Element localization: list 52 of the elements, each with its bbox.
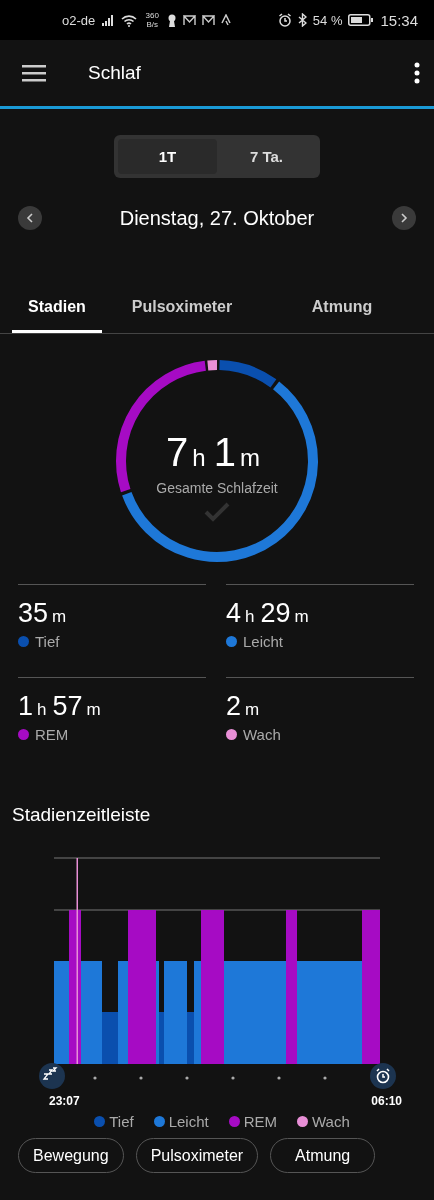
stage-duration: 2 m [226, 690, 261, 723]
signal-icon [101, 14, 116, 26]
sleep-start-icon [39, 1063, 65, 1089]
section-title: Stadienzeitleiste [12, 804, 152, 826]
keyhole-icon [167, 13, 178, 27]
screen-title: Schlaf [88, 62, 142, 84]
stage-label: Tief [35, 633, 60, 650]
next-day-button[interactable] [392, 206, 416, 230]
stage-duration: 35 m [18, 597, 68, 630]
battery-percent: 54 % [312, 12, 343, 28]
mail-icon [202, 14, 216, 26]
axis-dot [231, 1076, 235, 1080]
legend-label: REM [243, 1113, 277, 1130]
tab[interactable]: Stadien [12, 288, 102, 333]
stage-label: Wach [243, 726, 281, 743]
legend-label: Tief [109, 1113, 134, 1130]
menu-icon[interactable] [22, 64, 46, 82]
network-speed: 360 B/s [144, 11, 160, 29]
clock-time: 15:34 [380, 11, 418, 29]
axis-dot [277, 1076, 281, 1080]
previous-day-button[interactable] [18, 206, 42, 230]
tab[interactable]: Pulsoximeter [102, 288, 262, 333]
axis-dot [323, 1076, 327, 1080]
legend-label: Wach [312, 1113, 350, 1130]
axis-dot [93, 1076, 97, 1080]
more-options-icon[interactable] [414, 62, 420, 84]
wifi-icon [121, 13, 138, 27]
total-sleep-time: 7 h 1 m [166, 430, 261, 476]
tab[interactable]: Atmung [262, 288, 422, 333]
stage-duration: 1 h 57 m [18, 690, 102, 723]
total-sleep-label: Gesamte Schlafzeit [156, 480, 278, 496]
stage-label: Leicht [243, 633, 284, 650]
end-time: 06:10 [371, 1094, 402, 1108]
start-time: 23:07 [49, 1094, 80, 1108]
stage-label: REM [35, 726, 69, 743]
legend-label: Leicht [168, 1113, 209, 1130]
chevron-right-icon [400, 213, 408, 223]
activity-icon [221, 14, 232, 26]
axis-dot [185, 1076, 189, 1080]
axis-dot [139, 1076, 143, 1080]
alarm-icon [370, 1063, 396, 1089]
check-icon [204, 502, 230, 522]
carrier-name: o2-de [62, 12, 96, 28]
chevron-left-icon [26, 213, 34, 223]
alarm-icon [277, 13, 292, 27]
bluetooth-icon [297, 13, 307, 27]
date-label: Dienstag, 27. Oktober [119, 206, 315, 230]
stage-duration: 4 h 29 m [226, 597, 310, 630]
range-option[interactable]: 1T [118, 139, 217, 174]
battery-icon [348, 14, 375, 26]
mail-icon [183, 14, 197, 26]
range-option[interactable]: 7 Ta. [217, 139, 316, 174]
